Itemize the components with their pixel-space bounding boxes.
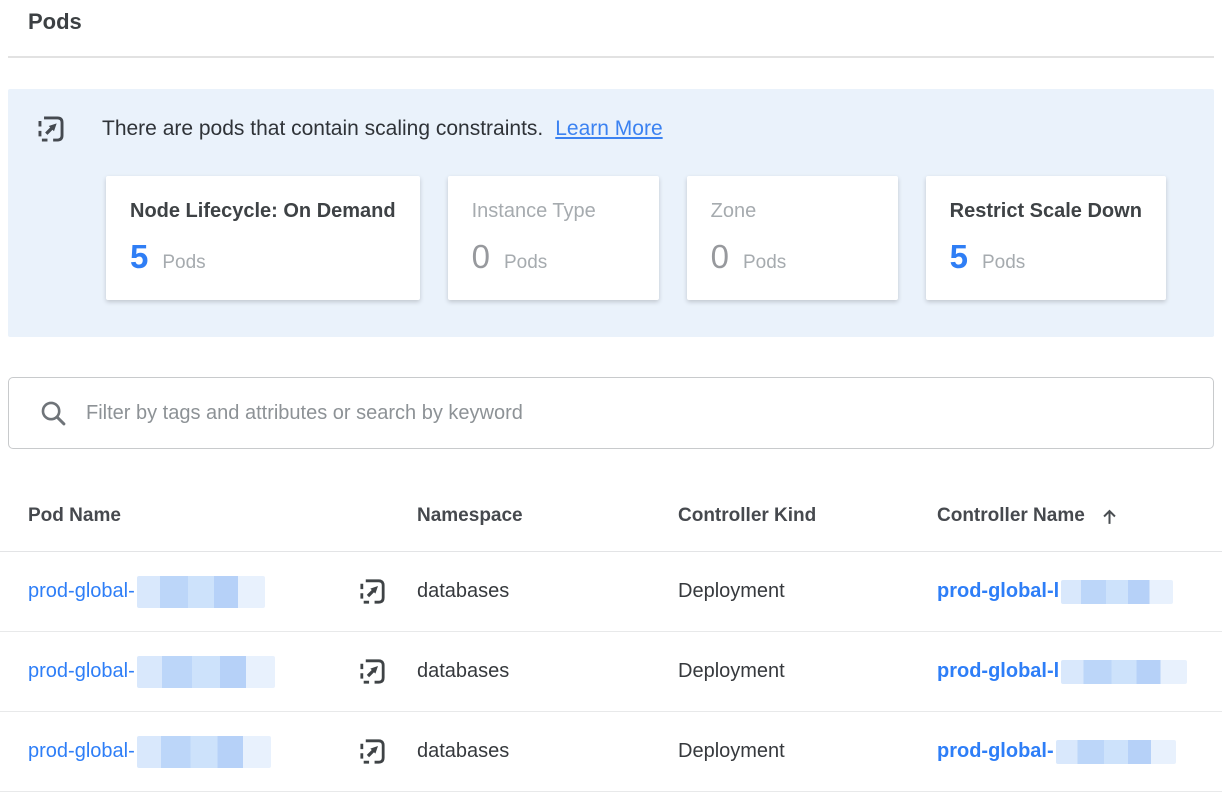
redacted-text [137, 576, 265, 608]
scaling-constraint-icon [36, 114, 66, 144]
card-unit-label: Pods [504, 252, 547, 274]
card-pod-count: 0 [472, 240, 490, 273]
redacted-text [137, 656, 275, 688]
card-pod-count: 5 [130, 240, 148, 273]
external-link-icon[interactable] [358, 737, 387, 766]
table-row: prod-global- databases Deployment prod-g… [0, 712, 1222, 792]
controller-kind-cell: Deployment [678, 740, 937, 763]
controller-name-link[interactable]: prod-global- [937, 740, 1054, 763]
search-input[interactable] [86, 402, 1193, 425]
card-title: Restrict Scale Down [950, 200, 1142, 223]
table-row: prod-global- databases Deployment prod-g… [0, 552, 1222, 632]
card-pod-count: 5 [950, 240, 968, 273]
card-unit-label: Pods [743, 252, 786, 274]
controller-name-link[interactable]: prod-global-l [937, 660, 1059, 683]
card-title: Node Lifecycle: On Demand [130, 200, 396, 223]
redacted-text [1061, 660, 1187, 684]
external-link-icon[interactable] [358, 577, 387, 606]
banner-message: There are pods that contain scaling cons… [102, 117, 543, 141]
table-header: Pod Name Namespace Controller Kind Contr… [0, 495, 1222, 552]
redacted-text [1056, 740, 1176, 764]
pod-name-link[interactable]: prod-global- [28, 660, 135, 683]
external-link-icon[interactable] [358, 657, 387, 686]
pod-name-link[interactable]: prod-global- [28, 740, 135, 763]
title-divider [8, 56, 1214, 58]
card-unit-label: Pods [982, 252, 1025, 274]
column-header-controller-kind[interactable]: Controller Kind [678, 505, 937, 527]
column-header-namespace[interactable]: Namespace [417, 505, 678, 527]
sort-ascending-icon [1099, 506, 1120, 527]
card-unit-label: Pods [162, 252, 205, 274]
column-header-controller-name[interactable]: Controller Name [937, 505, 1222, 527]
namespace-cell: databases [417, 740, 678, 763]
redacted-text [137, 736, 271, 768]
card-restrict-scale-down[interactable]: Restrict Scale Down 5 Pods [926, 176, 1166, 300]
card-title: Instance Type [472, 200, 635, 223]
namespace-cell: databases [417, 580, 678, 603]
namespace-cell: databases [417, 660, 678, 683]
filter-bar [8, 377, 1214, 449]
controller-kind-cell: Deployment [678, 660, 937, 683]
controller-name-link[interactable]: prod-global-l [937, 580, 1059, 603]
search-icon [39, 399, 68, 428]
redacted-text [1061, 580, 1173, 604]
table-row: prod-global- databases Deployment prod-g… [0, 632, 1222, 712]
card-node-lifecycle[interactable]: Node Lifecycle: On Demand 5 Pods [106, 176, 420, 300]
pod-name-link[interactable]: prod-global- [28, 580, 135, 603]
card-title: Zone [711, 200, 874, 223]
card-zone[interactable]: Zone 0 Pods [687, 176, 898, 300]
column-header-pod-name[interactable]: Pod Name [28, 505, 417, 527]
page-title: Pods [28, 9, 1222, 35]
card-instance-type[interactable]: Instance Type 0 Pods [448, 176, 659, 300]
learn-more-link[interactable]: Learn More [555, 117, 662, 141]
constraint-cards: Node Lifecycle: On Demand 5 Pods Instanc… [106, 176, 1214, 300]
scaling-constraints-banner: There are pods that contain scaling cons… [8, 89, 1214, 337]
card-pod-count: 0 [711, 240, 729, 273]
controller-kind-cell: Deployment [678, 580, 937, 603]
